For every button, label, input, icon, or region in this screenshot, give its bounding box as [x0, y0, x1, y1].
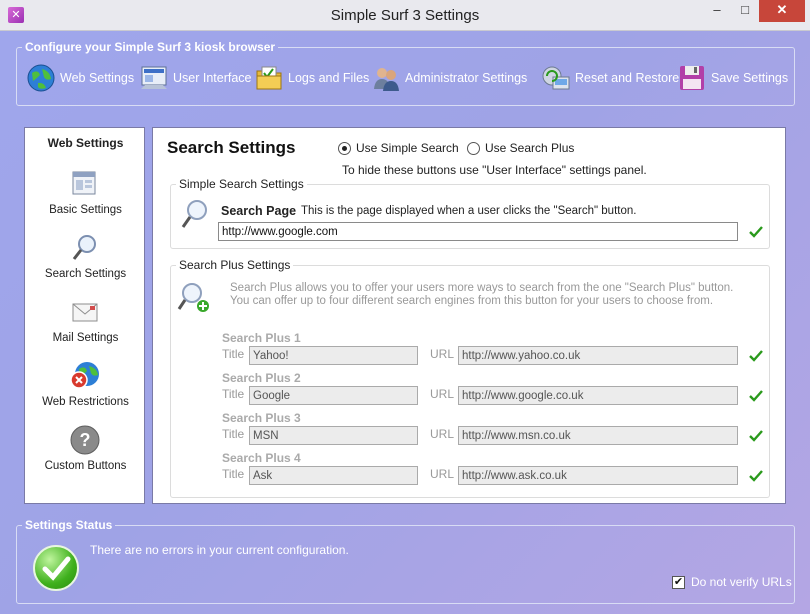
check-icon [749, 349, 763, 363]
toolbar-web-settings[interactable]: Web Settings [26, 61, 134, 95]
nav-item-label: Basic Settings [49, 204, 122, 216]
nav-title: Web Settings [47, 136, 124, 150]
window-title: Simple Surf 3 Settings [330, 7, 480, 24]
title-label: Title [222, 467, 245, 481]
toolbar-item-label: Web Settings [60, 71, 135, 85]
radio-indicator [338, 141, 351, 155]
window-icon [69, 168, 101, 200]
url-label: URL [430, 347, 455, 361]
search-plus-description-1: Search Plus allows you to offer your use… [230, 282, 734, 294]
restricted-globe-icon [69, 360, 101, 392]
search-plus-2-heading: Search Plus 2 [222, 371, 301, 385]
radio-label: Use Simple Search [356, 141, 459, 155]
search-plus-1-heading: Search Plus 1 [222, 331, 301, 345]
radio-hint: To hide these buttons use "User Interfac… [342, 163, 647, 177]
search-plus-4-heading: Search Plus 4 [222, 451, 301, 465]
toolbar-item-label: Administrator Settings [405, 71, 528, 85]
search-plus-1-url-input[interactable] [458, 346, 738, 365]
toolbar-item-label: User Interface [173, 71, 252, 85]
panel-title: Search Settings [167, 138, 296, 157]
search-plus-4-title-input[interactable] [249, 466, 418, 485]
search-page-label: Search Page [221, 204, 297, 218]
search-plus-4-url-input[interactable] [458, 466, 738, 485]
nav-item-label: Web Restrictions [42, 396, 129, 408]
checkbox-label: Do not verify URLs [691, 575, 792, 589]
title-label: Title [222, 427, 245, 441]
radio-label: Use Search Plus [485, 141, 575, 155]
toolbar-item-label: Save Settings [711, 71, 789, 85]
url-label: URL [430, 467, 455, 481]
check-icon [749, 225, 763, 239]
use-search-plus-radio[interactable]: Use Search Plus [467, 141, 574, 155]
folder-icon [254, 63, 284, 93]
magnifier-icon [69, 232, 101, 264]
close-button[interactable]: ✕ [759, 0, 805, 22]
search-plus-3-title-input[interactable] [249, 426, 418, 445]
minimize-button[interactable]: – [703, 0, 731, 22]
search-settings-panel: Search Settings Use Simple Search Use Se… [152, 127, 786, 504]
web-settings-nav: Web Settings Basic Settings Search Setti… [24, 127, 145, 504]
checkbox-indicator: ✔ [672, 575, 685, 589]
nav-item-label: Custom Buttons [44, 460, 127, 472]
question-icon: ? [69, 424, 101, 456]
toolbar-administrator-settings[interactable]: Administrator Settings [371, 61, 527, 95]
settings-status-group: Settings Status [16, 518, 795, 604]
toolbar-user-interface[interactable]: User Interface [139, 61, 252, 95]
url-label: URL [430, 427, 455, 441]
radio-indicator [467, 141, 480, 155]
svg-text:?: ? [80, 430, 91, 450]
toolbar-logs-files[interactable]: Logs and Files [254, 61, 369, 95]
globe-icon [26, 63, 56, 93]
ok-check-icon [33, 545, 79, 591]
use-simple-search-radio[interactable]: Use Simple Search [338, 141, 459, 155]
restore-icon [541, 63, 571, 93]
search-plus-3-heading: Search Plus 3 [222, 411, 301, 425]
search-plus-2-url-input[interactable] [458, 386, 738, 405]
search-plus-3-url-input[interactable] [458, 426, 738, 445]
ui-monitor-icon [139, 63, 169, 93]
toolbar-item-label: Logs and Files [288, 71, 370, 85]
url-label: URL [430, 387, 455, 401]
toolbar-legend: Configure your Simple Surf 3 kiosk brows… [25, 40, 276, 54]
maximize-button[interactable]: □ [731, 0, 759, 22]
search-plus-1-title-input[interactable] [249, 346, 418, 365]
window-body: Configure your Simple Surf 3 kiosk brows… [0, 31, 810, 614]
nav-item-basic-settings[interactable]: Basic Settings [25, 168, 146, 228]
status-legend: Settings Status [25, 518, 113, 532]
title-label: Title [222, 387, 245, 401]
nav-item-label: Search Settings [44, 268, 127, 280]
nav-item-custom-buttons[interactable]: ? Custom Buttons [25, 424, 146, 484]
search-plus-legend: Search Plus Settings [179, 258, 291, 272]
magnifier-icon [179, 198, 209, 235]
floppy-icon [677, 63, 707, 93]
nav-item-search-settings[interactable]: Search Settings [25, 232, 146, 292]
nav-item-label: Mail Settings [52, 332, 119, 344]
title-bar: ✕ Simple Surf 3 Settings – □ ✕ [0, 0, 810, 31]
toolbar-save-settings[interactable]: Save Settings [677, 61, 788, 95]
do-not-verify-urls-checkbox[interactable]: ✔ Do not verify URLs [672, 575, 792, 589]
check-icon [749, 429, 763, 443]
envelope-icon [69, 296, 101, 328]
search-page-input[interactable] [218, 222, 738, 241]
simple-search-legend: Simple Search Settings [179, 177, 304, 191]
search-plus-description-2: You can offer up to four different searc… [230, 295, 714, 307]
status-message: There are no errors in your current conf… [90, 543, 349, 557]
toolbar-item-label: Reset and Restore [575, 71, 680, 85]
search-page-description: This is the page displayed when a user c… [301, 205, 637, 217]
check-icon [749, 469, 763, 483]
nav-item-web-restrictions[interactable]: Web Restrictions [25, 360, 146, 420]
users-icon [371, 63, 401, 93]
check-icon [749, 389, 763, 403]
nav-item-mail-settings[interactable]: Mail Settings [25, 296, 146, 356]
search-plus-2-title-input[interactable] [249, 386, 418, 405]
title-label: Title [222, 347, 245, 361]
toolbar-reset-restore[interactable]: Reset and Restore [541, 61, 679, 95]
magnifier-plus-icon [177, 280, 211, 317]
